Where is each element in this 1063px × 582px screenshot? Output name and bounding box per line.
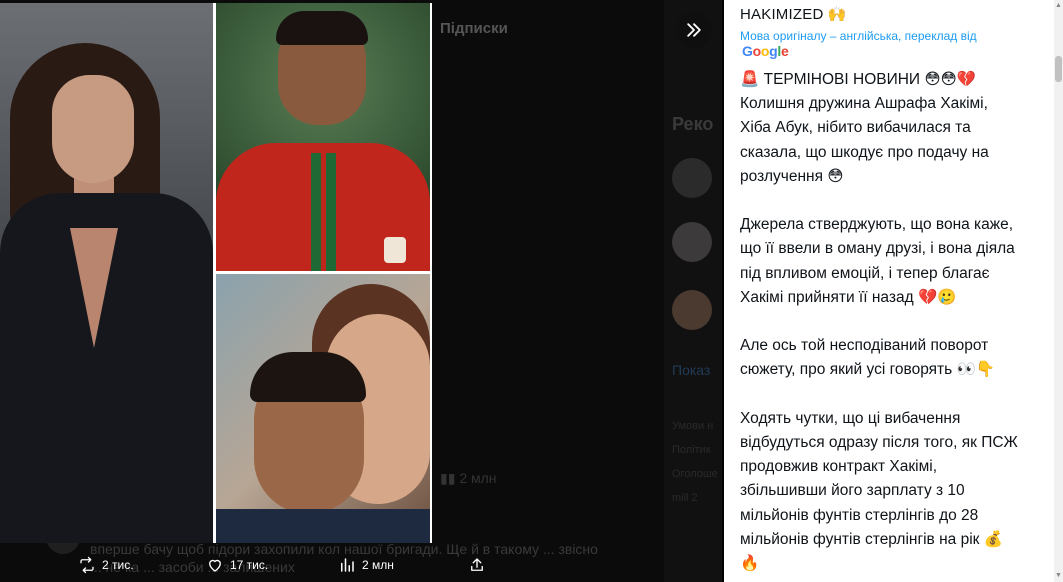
- translation-note[interactable]: Мова оригіналу – англійська, переклад ві…: [740, 29, 977, 43]
- retweet-button[interactable]: 2 тис.: [78, 556, 134, 574]
- bg-avatar: [672, 290, 712, 330]
- like-count: 17 тис.: [230, 558, 269, 572]
- like-button[interactable]: 17 тис.: [206, 556, 268, 574]
- google-letter: g: [769, 43, 778, 59]
- heart-icon: [209, 559, 221, 572]
- bar-chart-icon: [341, 558, 354, 572]
- author-name[interactable]: HAKIMIZED 🙌: [740, 5, 847, 23]
- media-collage[interactable]: [0, 3, 432, 543]
- double-chevron-right-icon: [687, 23, 701, 37]
- google-letter: o: [760, 43, 770, 59]
- bg-views-stat: ▮▮ 2 млн: [440, 470, 497, 487]
- scrollbar[interactable]: ▲ ▼: [1054, 0, 1063, 582]
- google-letter: o: [752, 43, 762, 59]
- bg-fine-print: mill 2: [672, 492, 698, 504]
- bg-avatar: [672, 158, 712, 198]
- share-icon: [471, 558, 483, 571]
- photo-footballer-portrait[interactable]: [216, 3, 430, 271]
- post-body-text: 🚨 ТЕРМІНОВІ НОВИНИ 😳😳💔 Колишня дружина А…: [740, 71, 1018, 573]
- bg-show-more: Показ: [672, 362, 711, 378]
- retweet-icon: [80, 556, 94, 574]
- bg-views-count: 2 млн: [459, 470, 497, 486]
- post-detail-panel: HAKIMIZED 🙌 Мова оригіналу – англійська,…: [724, 0, 1063, 582]
- bg-fine-print: Оголоше: [672, 468, 718, 480]
- google-letter: e: [780, 43, 789, 59]
- scrollbar-thumb[interactable]: [1055, 56, 1062, 82]
- retweet-count: 2 тис.: [102, 558, 134, 572]
- google-logo: Google: [742, 43, 789, 59]
- bg-views-icon: ▮▮: [440, 470, 460, 486]
- crest-icon: [384, 237, 406, 263]
- google-letter: G: [742, 43, 753, 59]
- bg-recommend-heading: Реко: [672, 114, 714, 134]
- collapse-panel-button[interactable]: [676, 12, 712, 48]
- bg-fine-print: Умови н: [672, 420, 714, 432]
- bg-tab-following: Підписки: [440, 20, 508, 37]
- views-button[interactable]: 2 млн: [338, 556, 394, 574]
- photo-woman-portrait[interactable]: [0, 3, 213, 543]
- share-button[interactable]: [468, 556, 486, 574]
- bg-fine-print: Політик: [672, 444, 711, 456]
- scroll-down-icon[interactable]: ▼: [1055, 572, 1062, 580]
- views-count: 2 млн: [362, 558, 394, 572]
- photo-couple-selfie[interactable]: [216, 274, 430, 543]
- bg-avatar: [672, 222, 712, 262]
- action-bar: 2 тис. 17 тис. 2 млн: [0, 552, 722, 582]
- scroll-up-icon[interactable]: ▲: [1055, 2, 1062, 10]
